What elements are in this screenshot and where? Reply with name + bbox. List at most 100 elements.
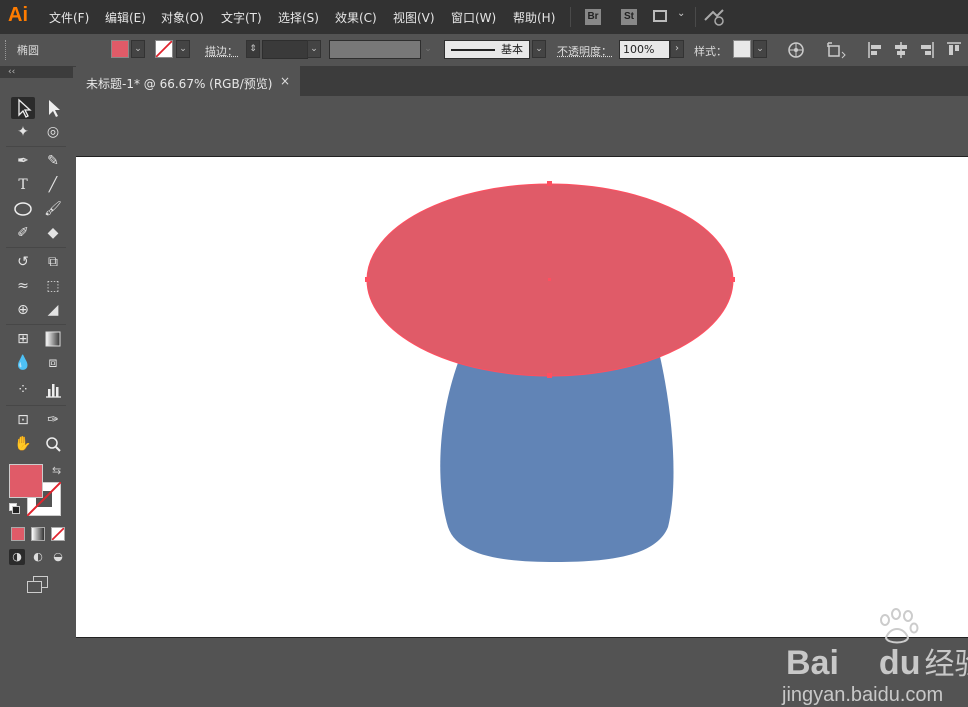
watermark-brand-right: du bbox=[878, 644, 921, 682]
align-right-icon[interactable] bbox=[919, 41, 935, 59]
curvature-tool-icon[interactable]: ✎ bbox=[41, 150, 65, 172]
align-left-icon[interactable] bbox=[867, 41, 883, 59]
opacity-field[interactable]: 100% bbox=[619, 40, 670, 59]
column-graph-tool-icon[interactable] bbox=[41, 379, 65, 401]
stroke-weight-field[interactable] bbox=[262, 40, 308, 59]
eyedropper-tool-icon[interactable]: 💧 bbox=[11, 352, 35, 374]
workspace-layout-icon[interactable] bbox=[653, 10, 667, 22]
align-top-icon[interactable] bbox=[946, 41, 962, 59]
lasso-tool-icon[interactable]: ◎ bbox=[41, 121, 65, 143]
line-segment-tool-icon[interactable]: ╱ bbox=[41, 174, 65, 196]
toolbox-separator bbox=[6, 247, 66, 248]
grip-icon bbox=[5, 40, 9, 60]
default-fill-stroke-icon[interactable] bbox=[9, 503, 20, 514]
variable-width-profile[interactable] bbox=[329, 40, 421, 59]
selection-tool-icon[interactable] bbox=[11, 97, 35, 119]
style-label: 样式： bbox=[694, 45, 727, 58]
transform-reference-icon[interactable] bbox=[826, 41, 848, 59]
free-transform-tool-icon[interactable]: ⬚ bbox=[41, 275, 65, 297]
align-horizontal-center-icon[interactable] bbox=[893, 41, 909, 59]
blend-tool-icon[interactable]: ⧈ bbox=[41, 352, 65, 374]
stroke-weight-chevron-icon[interactable]: ⌄ bbox=[307, 40, 321, 58]
bridge-icon[interactable]: Br bbox=[585, 9, 601, 25]
artboard[interactable] bbox=[76, 156, 968, 638]
menu-object[interactable]: 对象(O) bbox=[161, 9, 204, 26]
style-chevron-icon[interactable]: ⌄ bbox=[753, 40, 767, 58]
pen-tool-icon[interactable]: ✒ bbox=[11, 150, 35, 172]
draw-normal-icon[interactable]: ◑ bbox=[9, 549, 25, 565]
zoom-tool-icon[interactable] bbox=[41, 433, 65, 455]
tools-panel: ‹‹ ✦ ◎ ✒ ✎ T ╱ 🖌 ✐ ◆ ↺ ⧉ ≈ ⬚ ⊕ ◢ ⊞ 💧 ⧈ ⁘… bbox=[0, 66, 73, 672]
gpu-performance-icon[interactable] bbox=[703, 8, 725, 26]
canvas-area[interactable]: Bai du经验 jingyan.baidu.com bbox=[76, 96, 968, 706]
fill-color-box[interactable] bbox=[9, 464, 43, 498]
watermark-url: jingyan.baidu.com bbox=[782, 684, 944, 706]
rotate-tool-icon[interactable]: ↺ bbox=[11, 251, 35, 273]
menu-effect[interactable]: 效果(C) bbox=[335, 9, 377, 26]
center-point bbox=[548, 278, 551, 281]
scale-tool-icon[interactable]: ⧉ bbox=[41, 251, 65, 273]
magic-wand-tool-icon[interactable]: ✦ bbox=[11, 121, 35, 143]
hand-tool-icon[interactable]: ✋ bbox=[11, 433, 35, 455]
gradient-tool-icon[interactable] bbox=[41, 328, 65, 350]
fill-color-swatch[interactable] bbox=[111, 40, 129, 58]
menu-file[interactable]: 文件(F) bbox=[49, 9, 89, 26]
close-icon[interactable]: × bbox=[280, 74, 290, 88]
slice-tool-icon[interactable]: ✑ bbox=[41, 409, 65, 431]
brush-chevron-icon[interactable]: ⌄ bbox=[532, 40, 546, 58]
eraser-tool-icon[interactable]: ◆ bbox=[41, 222, 65, 244]
type-tool-icon[interactable]: T bbox=[11, 174, 35, 196]
shaper-tool-icon[interactable]: ✐ bbox=[11, 222, 35, 244]
mushroom-stem-shape bbox=[440, 352, 674, 562]
stroke-label[interactable]: 描边： bbox=[205, 43, 238, 59]
gradient-mode-icon[interactable] bbox=[31, 527, 45, 541]
stroke-weight-stepper[interactable]: ⇕ bbox=[246, 40, 260, 58]
menu-type[interactable]: 文字(T) bbox=[221, 9, 262, 26]
stock-icon[interactable]: St bbox=[621, 9, 637, 25]
direct-selection-tool-icon[interactable] bbox=[41, 97, 65, 119]
mesh-tool-icon[interactable]: ⊞ bbox=[11, 328, 35, 350]
document-tab-strip: 未标题-1* @ 66.67% (RGB/预览) × bbox=[76, 66, 968, 96]
opacity-label[interactable]: 不透明度： bbox=[557, 43, 612, 59]
menu-view[interactable]: 视图(V) bbox=[393, 9, 435, 26]
document-tab[interactable]: 未标题-1* @ 66.67% (RGB/预览) × bbox=[76, 66, 300, 96]
artwork[interactable] bbox=[76, 157, 968, 637]
menu-window[interactable]: 窗口(W) bbox=[451, 9, 496, 26]
menu-select[interactable]: 选择(S) bbox=[278, 9, 319, 26]
width-tool-icon[interactable]: ≈ bbox=[11, 275, 35, 297]
screen-mode-icon[interactable] bbox=[27, 576, 48, 593]
perspective-grid-tool-icon[interactable]: ◢ bbox=[41, 299, 65, 321]
draw-inside-icon[interactable]: ◒ bbox=[50, 549, 66, 565]
fill-dropdown-chevron-icon[interactable]: ⌄ bbox=[131, 40, 145, 58]
panel-collapse-icon[interactable]: ‹‹ bbox=[0, 66, 73, 78]
shape-builder-tool-icon[interactable]: ⊕ bbox=[11, 299, 35, 321]
menu-edit[interactable]: 编辑(E) bbox=[105, 9, 146, 26]
recolor-artwork-icon[interactable] bbox=[787, 41, 805, 59]
none-mode-icon[interactable] bbox=[51, 527, 65, 541]
chevron-down-icon[interactable]: ⌄ bbox=[677, 8, 685, 19]
watermark-brand-left: Bai bbox=[786, 644, 839, 682]
document-tab-title: 未标题-1* @ 66.67% (RGB/预览) bbox=[86, 77, 273, 91]
artboard-tool-icon[interactable]: ⊡ bbox=[11, 409, 35, 431]
menubar-separator bbox=[695, 7, 696, 27]
swap-fill-stroke-icon[interactable]: ⇆ bbox=[52, 464, 61, 477]
selected-shape-name: 椭圆 bbox=[17, 44, 39, 57]
brush-definition-field[interactable]: 基本 bbox=[444, 40, 530, 59]
menu-help[interactable]: 帮助(H) bbox=[513, 9, 555, 26]
profile-chevron-icon[interactable]: ⌄ bbox=[421, 40, 435, 58]
toolbox-separator bbox=[6, 324, 66, 325]
graphic-style-swatch[interactable] bbox=[733, 40, 751, 58]
opacity-chevron-right-icon[interactable]: › bbox=[670, 40, 684, 58]
toolbox-separator bbox=[6, 146, 66, 147]
symbol-sprayer-tool-icon[interactable]: ⁘ bbox=[11, 379, 35, 401]
paintbrush-tool-icon[interactable]: 🖌 bbox=[41, 198, 65, 220]
app-logo: Ai bbox=[8, 4, 28, 26]
stroke-none-swatch[interactable] bbox=[155, 40, 173, 58]
stroke-style-value: 基本 bbox=[501, 43, 523, 56]
stroke-line-preview bbox=[451, 49, 495, 51]
draw-behind-icon[interactable]: ◐ bbox=[30, 549, 46, 565]
ellipse-tool-icon[interactable] bbox=[11, 198, 35, 220]
stroke-dropdown-chevron-icon[interactable]: ⌄ bbox=[176, 40, 190, 58]
color-mode-icon[interactable] bbox=[11, 527, 25, 541]
control-bar: 椭圆 ⌄ ⌄ 描边： ⇕ ⌄ ⌄ 基本 ⌄ 不透明度： 100% › 样式： ⌄ bbox=[0, 34, 968, 67]
